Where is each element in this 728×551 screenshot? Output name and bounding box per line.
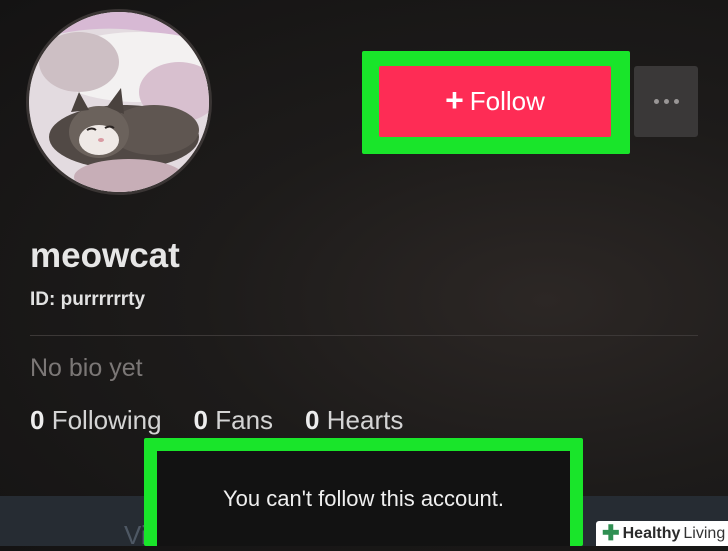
plus-cross-icon: ✚ xyxy=(602,522,620,545)
profile-stats: 0 Following 0 Fans 0 Hearts xyxy=(30,405,435,436)
plus-icon: + xyxy=(445,82,464,118)
more-dot xyxy=(663,99,669,104)
stat-label: Hearts xyxy=(326,405,404,435)
toast-message: You can't follow this account. xyxy=(222,485,504,511)
bio-text: No bio yet xyxy=(30,354,143,382)
watermark-logo: ✚ Healthy Living xyxy=(596,521,728,546)
stat-label: Following xyxy=(51,405,162,435)
follow-button[interactable]: + Follow xyxy=(379,66,611,137)
watermark-suffix: Living xyxy=(683,524,726,542)
follow-button-label: Follow xyxy=(469,86,545,116)
cat-photo xyxy=(29,12,209,192)
stat-following[interactable]: 0 Following xyxy=(30,405,162,436)
error-toast: You can't follow this account. xyxy=(157,451,570,546)
user-id: ID: purrrrrrty xyxy=(30,289,146,310)
more-dots-icon xyxy=(653,99,659,104)
more-dot xyxy=(673,99,679,104)
stat-count: 0 xyxy=(30,405,45,435)
watermark-brand: Healthy xyxy=(622,524,681,542)
divider xyxy=(30,335,698,336)
stat-hearts: 0 Hearts xyxy=(305,405,403,436)
stat-count: 0 xyxy=(305,405,320,435)
more-options-button[interactable] xyxy=(634,66,698,137)
stat-label: Fans xyxy=(215,405,274,435)
avatar[interactable] xyxy=(29,12,209,192)
username: meowcat xyxy=(30,236,180,275)
stat-fans[interactable]: 0 Fans xyxy=(194,405,274,436)
stat-count: 0 xyxy=(193,405,208,435)
